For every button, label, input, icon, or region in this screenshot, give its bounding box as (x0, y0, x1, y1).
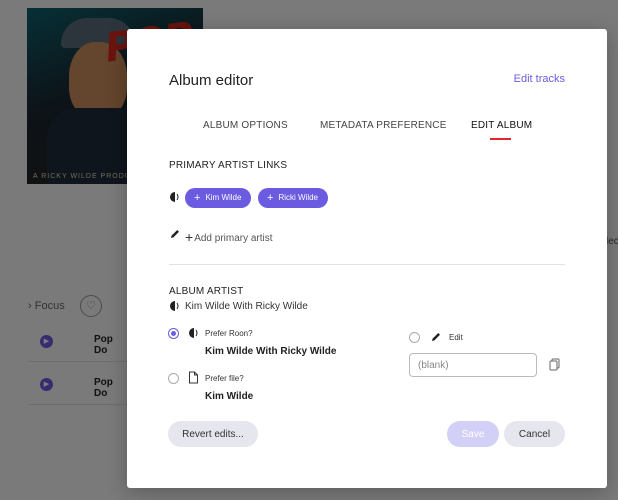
edit-tracks-link[interactable]: Edit tracks (514, 73, 565, 85)
chip-label: Ricki Wilde (278, 193, 318, 202)
copy-icon[interactable] (549, 358, 560, 371)
roon-half-circle-icon (170, 192, 179, 202)
pencil-icon (171, 230, 179, 238)
plus-icon: + (267, 192, 274, 204)
album-artist-current-value: Kim Wilde With Ricky Wilde (185, 301, 308, 312)
tab-edit-album[interactable]: EDIT ALBUM (471, 120, 532, 131)
plus-icon: + (194, 192, 201, 204)
tab-album-options[interactable]: ALBUM OPTIONS (203, 120, 288, 131)
edit-label: Edit (449, 333, 463, 342)
pencil-icon (432, 333, 440, 341)
roon-half-circle-icon (170, 301, 179, 311)
prefer-file-radio[interactable] (168, 373, 179, 384)
active-tab-indicator (490, 138, 511, 140)
album-editor-dialog: Album editor Edit tracks ALBUM OPTIONS M… (127, 29, 607, 488)
prefer-file-value: Kim Wilde (205, 391, 254, 402)
save-button[interactable]: Save (447, 421, 499, 447)
album-artist-heading: ALBUM ARTIST (169, 286, 244, 297)
prefer-roon-radio[interactable] (168, 328, 179, 339)
tab-metadata-preference[interactable]: METADATA PREFERENCE (320, 120, 447, 131)
file-icon (189, 371, 198, 384)
chip-label: Kim Wilde (205, 193, 242, 202)
roon-half-circle-icon (189, 328, 198, 338)
cancel-button[interactable]: Cancel (504, 421, 565, 447)
section-divider (169, 264, 565, 265)
edit-radio[interactable] (409, 332, 420, 343)
prefer-roon-value: Kim Wilde With Ricky Wilde (205, 346, 337, 357)
primary-artist-links-heading: PRIMARY ARTIST LINKS (169, 160, 288, 171)
prefer-file-label: Prefer file? (205, 374, 244, 383)
album-artist-edit-input[interactable] (409, 353, 537, 377)
artist-chip-ricki-wilde[interactable]: + Ricki Wilde (258, 188, 328, 208)
prefer-roon-label: Prefer Roon? (205, 329, 253, 338)
dialog-title: Album editor (169, 72, 254, 89)
add-primary-artist-label: Add primary artist (194, 233, 273, 244)
revert-edits-button[interactable]: Revert edits... (168, 421, 258, 447)
add-primary-artist-button[interactable]: +Add primary artist (185, 229, 273, 245)
artist-chip-kim-wilde[interactable]: + Kim Wilde (185, 188, 252, 208)
plus-icon: + (185, 229, 194, 245)
